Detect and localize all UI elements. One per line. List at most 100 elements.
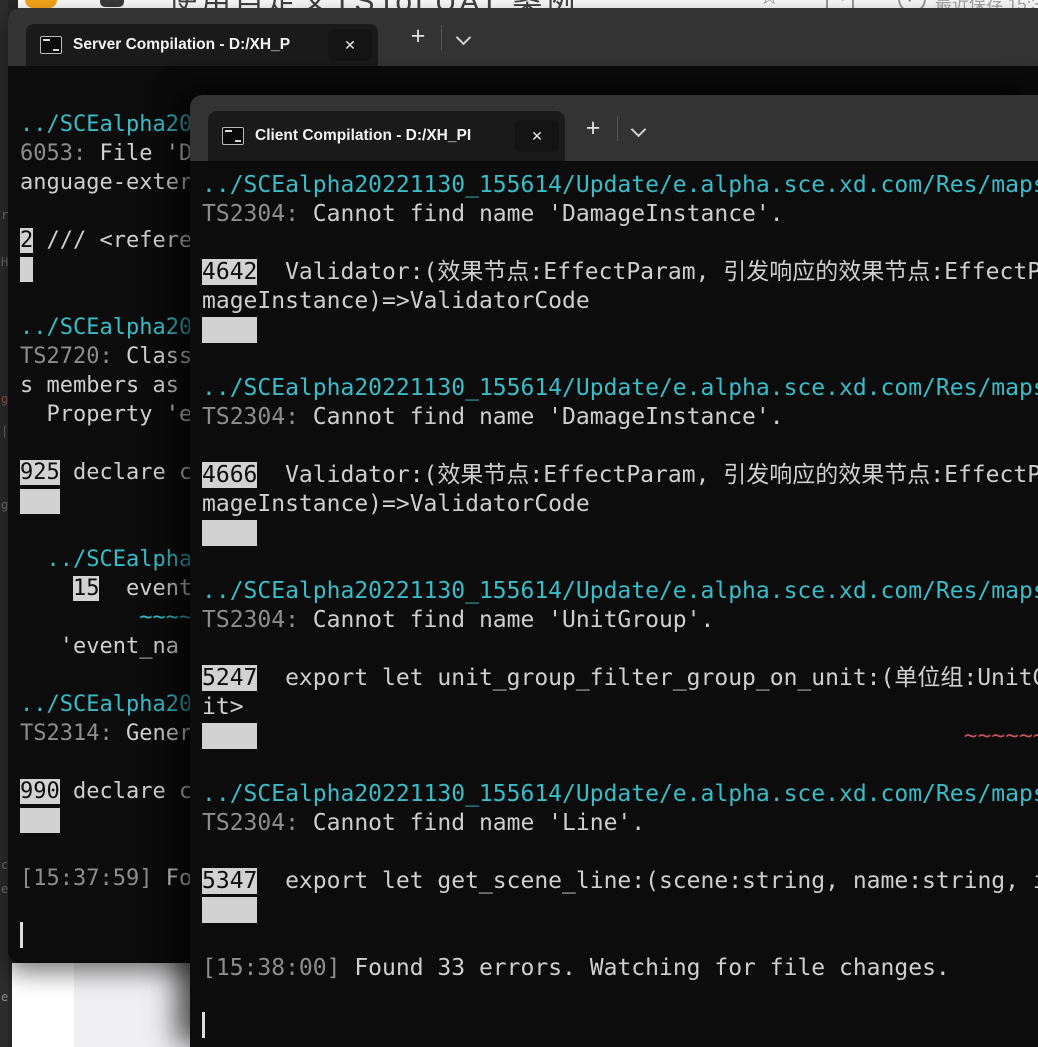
- favorite-star-icon[interactable]: ★: [25, 0, 57, 8]
- tab-client-compilation[interactable]: Client Compilation - D:/XH_PI ✕: [208, 111, 565, 161]
- terminal-text: Validator:(效果节点:EffectParam, 引发响应的效果节点:E…: [257, 462, 1038, 488]
- clipped-background-glyph: e: [1, 990, 8, 1004]
- file-path-text: ../SCEalpha20221130_155614/Update/e.alph…: [202, 578, 1038, 604]
- terminal-line: [202, 635, 1038, 664]
- terminal-text: Validator:(效果节点:EffectParam, 引发响应的效果节点:E…: [257, 259, 1038, 285]
- chevron-down-icon[interactable]: [451, 26, 475, 50]
- file-path-text: ../SCEalpha20221130_155614/Update/e.alph…: [202, 172, 1038, 198]
- terminal-line: ../SCEalpha20221130_155614/Update/e.alph…: [202, 374, 1038, 403]
- terminal-text: TS2304:: [202, 810, 299, 836]
- terminal-text: [20, 576, 73, 601]
- terminal-text: [20, 605, 139, 630]
- terminal-line: [202, 229, 1038, 258]
- terminal-text: /// <refere: [33, 228, 192, 253]
- client-tab-bar: Client Compilation - D:/XH_PI ✕ +: [190, 95, 1038, 161]
- line-number: 4666: [202, 462, 257, 488]
- client-terminal-window: Client Compilation - D:/XH_PI ✕ + ../SCE…: [190, 95, 1038, 1047]
- terminal-line: 4666 Validator:(效果节点:EffectParam, 引发响应的效…: [202, 461, 1038, 490]
- terminal-line: mageInstance)=>ValidatorCode: [202, 490, 1038, 519]
- line-number: 2: [20, 228, 33, 253]
- clipped-background-glyph: r: [1, 208, 8, 222]
- file-path-text: ../SCEalpha20: [20, 692, 192, 717]
- terminal-line: [202, 751, 1038, 780]
- terminal-line: 4642 Validator:(效果节点:EffectParam, 引发响应的效…: [202, 258, 1038, 287]
- line-number: 5247: [202, 665, 257, 691]
- line-number: [20, 257, 33, 282]
- terminal-text: declare c: [60, 460, 192, 485]
- terminal-text: TS2304:: [202, 607, 299, 633]
- line-number: 5347: [202, 868, 257, 894]
- terminal-line: [202, 896, 1038, 925]
- terminal-text: mageInstance)=>ValidatorCode: [202, 491, 590, 517]
- clipped-background-glyph: |: [1, 424, 8, 438]
- new-tab-button[interactable]: +: [402, 21, 434, 53]
- terminal-line: TS2304: Cannot find name 'UnitGroup'.: [202, 606, 1038, 635]
- terminal-cursor: [20, 922, 23, 948]
- line-number: [202, 520, 257, 546]
- terminal-text: TS2314:: [20, 721, 113, 746]
- file-path-text: ../SCEalpha20: [20, 112, 192, 137]
- terminal-line: [202, 925, 1038, 954]
- terminal-line: TS2304: Cannot find name 'Line'.: [202, 809, 1038, 838]
- terminal-text: TS2304:: [202, 201, 299, 227]
- clipped-background-glyph: e: [1, 882, 8, 896]
- clipped-background-glyph: H: [1, 255, 8, 269]
- terminal-line: mageInstance)=>ValidatorCode: [202, 287, 1038, 316]
- terminal-text: Class: [113, 344, 192, 369]
- terminal-text: mageInstance)=>ValidatorCode: [202, 288, 590, 314]
- terminal-text: s members as: [20, 373, 192, 398]
- client-terminal-output[interactable]: ../SCEalpha20221130_155614/Update/e.alph…: [190, 161, 1038, 1047]
- terminal-line: [202, 548, 1038, 577]
- file-path-text: ../SCEalpha: [20, 547, 192, 572]
- background-window-edge: rHg|gcee: [0, 0, 8, 1047]
- line-number: 990: [20, 779, 60, 804]
- terminal-text: declare c: [60, 779, 192, 804]
- close-tab-button[interactable]: ✕: [328, 29, 372, 61]
- line-number: [202, 723, 257, 749]
- tab-title: Server Compilation - D:/XH_P: [73, 36, 317, 54]
- line-number: [202, 317, 257, 343]
- terminal-text: it>: [202, 694, 244, 720]
- toolbar-icon[interactable]: [100, 0, 124, 7]
- terminal-text: 6053:: [20, 141, 86, 166]
- file-path-text: ../SCEalpha20221130_155614/Update/e.alph…: [202, 375, 1038, 401]
- terminal-line: ../SCEalpha20221130_155614/Update/e.alph…: [202, 780, 1038, 809]
- tab-title: Client Compilation - D:/XH_PI: [255, 127, 504, 145]
- terminal-text: export let unit_group_filter_group_on_un…: [257, 665, 1038, 691]
- terminal-text: Cannot find name 'Line'.: [299, 810, 645, 836]
- terminal-text: TS2304:: [202, 404, 299, 430]
- terminal-line: [202, 1012, 1038, 1041]
- terminal-line: [202, 838, 1038, 867]
- terminal-line: ~~~~~~~~: [202, 722, 1038, 751]
- terminal-text: [257, 723, 963, 749]
- terminal-text: [15:38:00]: [202, 955, 340, 981]
- terminal-text: Cannot find name 'UnitGroup'.: [299, 607, 714, 633]
- background-app-panel: [74, 963, 190, 1047]
- terminal-line: ../SCEalpha20221130_155614/Update/e.alph…: [202, 171, 1038, 200]
- line-number: [20, 808, 60, 833]
- terminal-text: [15:37:59]: [20, 866, 152, 891]
- line-number: [20, 489, 60, 514]
- terminal-line: TS2304: Cannot find name 'DamageInstance…: [202, 200, 1038, 229]
- new-tab-button[interactable]: +: [577, 113, 609, 145]
- line-number: 15: [73, 576, 100, 601]
- terminal-text: Found 33 errors. Watching for file chang…: [340, 955, 949, 981]
- terminal-icon: [40, 36, 62, 54]
- file-path-text: ../SCEalpha20221130_155614/Update/e.alph…: [202, 781, 1038, 807]
- terminal-text: ~~~~~~~~: [964, 723, 1038, 749]
- terminal-line: it>: [202, 693, 1038, 722]
- file-path-text: ../SCEalpha20: [20, 315, 192, 340]
- terminal-text: 'event_na: [20, 634, 179, 659]
- terminal-text: export let get_scene_line:(scene:string,…: [257, 868, 1038, 894]
- close-tab-button[interactable]: ✕: [515, 120, 559, 152]
- server-tab-bar: Server Compilation - D:/XH_P ✕ +: [8, 8, 1038, 66]
- chevron-down-icon[interactable]: [626, 118, 650, 142]
- terminal-line: TS2304: Cannot find name 'DamageInstance…: [202, 403, 1038, 432]
- tab-server-compilation[interactable]: Server Compilation - D:/XH_P ✕: [26, 24, 378, 66]
- terminal-text: Cannot find name 'DamageInstance'.: [299, 404, 784, 430]
- terminal-line: [15:38:00] Found 33 errors. Watching for…: [202, 954, 1038, 983]
- terminal-text: event: [99, 576, 192, 601]
- terminal-text: anguage-exter: [20, 170, 192, 195]
- terminal-cursor: [202, 1012, 205, 1038]
- clipped-background-glyph: g: [1, 498, 8, 512]
